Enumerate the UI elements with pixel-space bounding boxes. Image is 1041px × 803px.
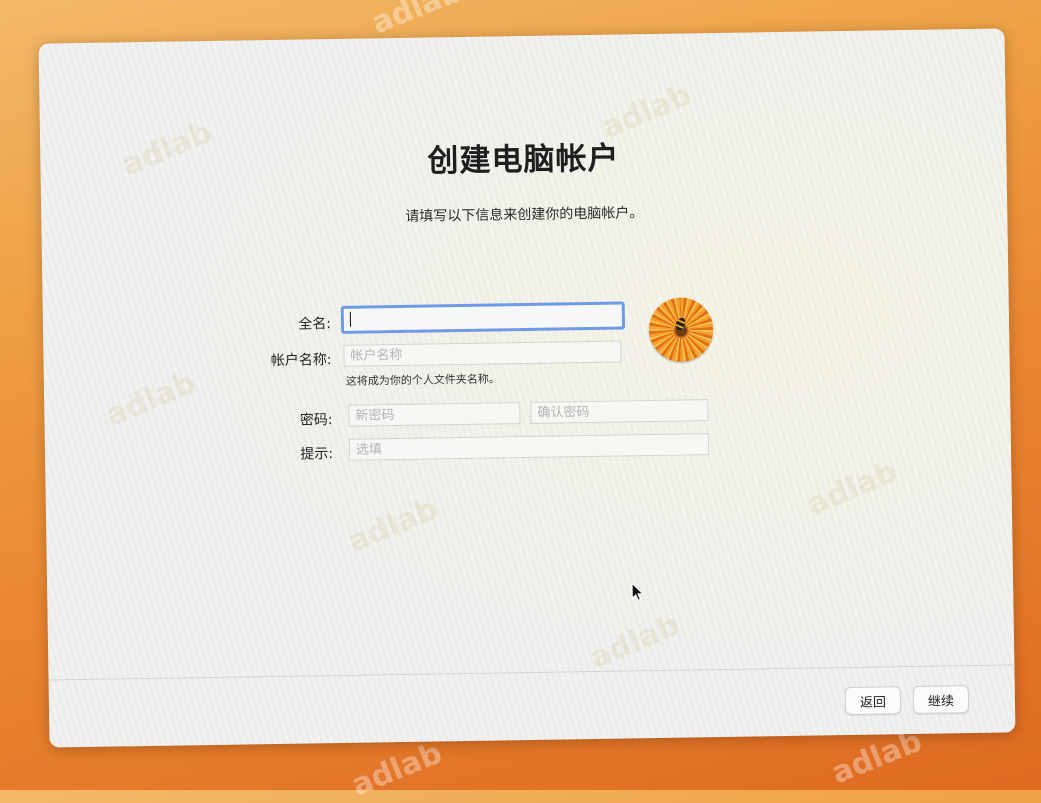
account-name-label: 帐户名称: — [270, 352, 332, 370]
password-hint-label: 提示: — [300, 446, 334, 463]
verify-password-field[interactable] — [530, 399, 709, 424]
back-button[interactable]: 返回 — [844, 686, 902, 716]
full-name-label: 全名: — [298, 316, 332, 333]
password-label: 密码: — [299, 412, 333, 429]
watermark: adlab — [584, 607, 685, 677]
setup-dialog: adlab adlab adlab adlab adlab adlab 创建电脑… — [38, 28, 1016, 748]
continue-button[interactable]: 继续 — [912, 685, 970, 714]
watermark: adlab — [802, 454, 903, 523]
full-name-field[interactable] — [340, 301, 626, 334]
watermark: adlab — [366, 0, 467, 42]
password-hint-field[interactable] — [348, 433, 710, 461]
page-subtitle: 请填写以下信息来创建你的电脑帐户。 — [405, 205, 644, 225]
bee-icon — [673, 316, 688, 332]
footer-divider — [48, 664, 1015, 681]
text-caret — [349, 311, 352, 327]
flower-avatar-icon[interactable] — [648, 297, 714, 363]
new-password-field[interactable] — [348, 402, 521, 427]
page-title: 创建电脑帐户 — [427, 140, 620, 180]
watermark: adlab — [343, 491, 443, 560]
mouse-pointer-icon — [631, 582, 644, 601]
account-name-field[interactable] — [343, 340, 622, 367]
watermark: adlab — [101, 365, 201, 434]
account-name-hint: 这将成为你的个人文件夹名称。 — [345, 372, 500, 388]
watermark: adlab — [346, 735, 447, 803]
